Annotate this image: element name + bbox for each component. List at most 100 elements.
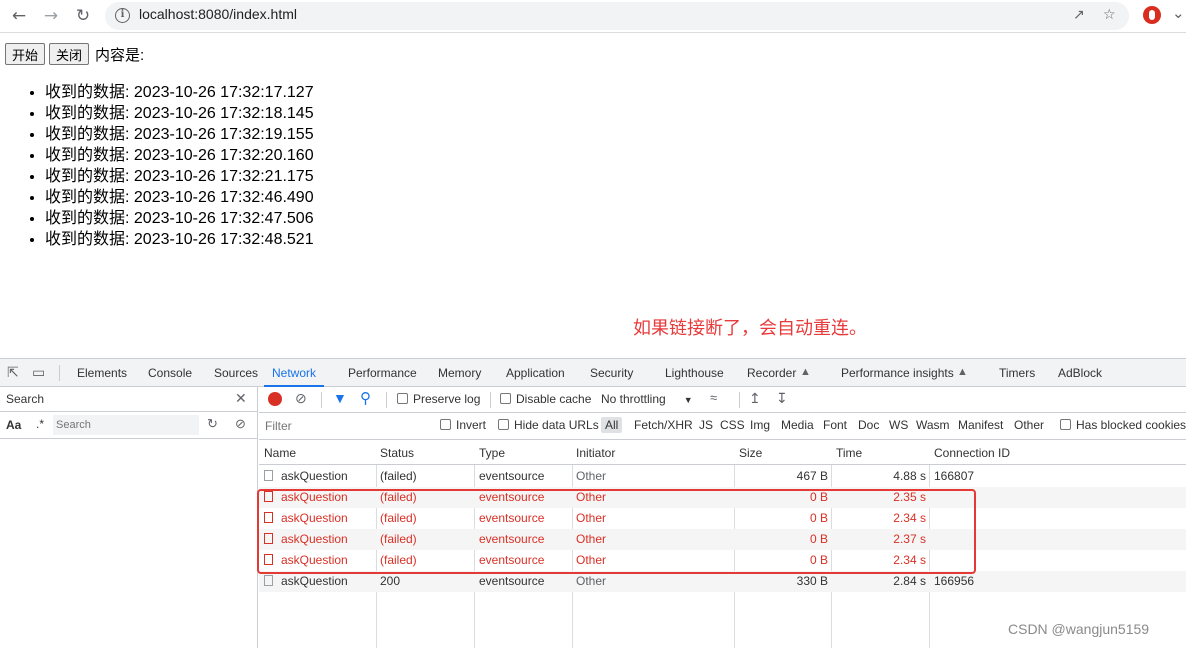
- flask-icon: ▲: [800, 366, 811, 378]
- table-row[interactable]: askQuestion (failed) eventsource Other 0 B 2.…: [259, 529, 1186, 550]
- invert-checkbox[interactable]: Invert: [440, 418, 486, 432]
- tab-lighthouse[interactable]: Lighthouse: [665, 359, 724, 387]
- page-content: 开始 关闭 内容是: 收到的数据: 2023-10-26 17:32:17.12…: [0, 34, 1186, 358]
- search-input[interactable]: [53, 415, 199, 435]
- preserve-log-checkbox[interactable]: Preserve log: [397, 392, 480, 406]
- table-row[interactable]: askQuestion (failed) eventsource Other 0 B 2.…: [259, 487, 1186, 508]
- header-status[interactable]: Status: [380, 443, 414, 464]
- throttling-select[interactable]: No throttling ▼: [601, 392, 693, 406]
- filter-type-font[interactable]: Font: [823, 418, 847, 432]
- extension-menu-icon[interactable]: ⌄: [1172, 4, 1185, 22]
- header-time[interactable]: Time: [836, 443, 862, 464]
- request-name: askQuestion: [281, 553, 348, 567]
- address-bar[interactable]: i localhost:8080/index.html ↗ ☆: [105, 2, 1129, 30]
- disable-cache-checkbox[interactable]: Disable cache: [500, 392, 591, 406]
- cell-initiator: Other: [576, 574, 607, 588]
- close-icon[interactable]: ✕: [235, 390, 247, 407]
- network-conditions-icon[interactable]: ≈: [710, 390, 717, 405]
- filter-type-js[interactable]: JS: [699, 418, 713, 432]
- table-row[interactable]: askQuestion (failed) eventsource Other 0 B 2.…: [259, 508, 1186, 529]
- filter-type-other[interactable]: Other: [1014, 418, 1044, 432]
- cell-name: askQuestion: [264, 466, 348, 487]
- table-row[interactable]: askQuestion (failed) eventsource Other 0 B 2.…: [259, 550, 1186, 571]
- regex-toggle[interactable]: .*: [36, 417, 44, 431]
- tab-application[interactable]: Application: [506, 359, 565, 387]
- cell-time: 2.34 s: [893, 511, 926, 525]
- refresh-icon[interactable]: ↻: [207, 416, 218, 432]
- list-item: 收到的数据: 2023-10-26 17:32:21.175: [45, 166, 314, 187]
- cell-name: askQuestion: [264, 529, 348, 550]
- match-case-toggle[interactable]: Aa: [6, 418, 21, 432]
- tab-elements[interactable]: Elements: [77, 359, 127, 387]
- tab-sources[interactable]: Sources: [214, 359, 258, 387]
- cell-type: eventsource: [479, 553, 545, 567]
- filter-type-css[interactable]: CSS: [720, 418, 745, 432]
- filter-type-wasm[interactable]: Wasm: [916, 418, 950, 432]
- divider: [490, 392, 491, 408]
- share-icon[interactable]: ↗: [1073, 7, 1085, 23]
- device-toolbar-icon[interactable]: ▭: [32, 364, 45, 381]
- record-icon[interactable]: [268, 392, 282, 406]
- hide-data-urls-checkbox[interactable]: Hide data URLs: [498, 418, 599, 432]
- flask-icon: ▲: [957, 366, 968, 378]
- cell-time: 4.88 s: [893, 469, 926, 483]
- table-row[interactable]: askQuestion (failed) eventsource Other 467 B…: [259, 466, 1186, 487]
- tab-network[interactable]: Network: [264, 359, 325, 387]
- has-blocked-cookies-checkbox[interactable]: Has blocked cookies: [1060, 418, 1186, 432]
- filter-icon[interactable]: ▼: [333, 390, 347, 406]
- filter-type-doc[interactable]: Doc: [858, 418, 879, 432]
- table-header: Name Status Type Initiator Size Time Con…: [259, 441, 1186, 465]
- file-icon: [264, 470, 273, 481]
- reconnect-annotation: 如果链接断了，会自动重连。: [633, 318, 867, 338]
- inspect-element-icon[interactable]: ⇱: [7, 364, 19, 381]
- tab-recorder[interactable]: Recorder: [747, 359, 796, 387]
- header-connection-id[interactable]: Connection ID: [934, 443, 1010, 464]
- filter-type-media[interactable]: Media: [781, 418, 814, 432]
- filter-type-ws[interactable]: WS: [889, 418, 908, 432]
- forward-arrow-icon[interactable]: →: [38, 4, 64, 28]
- received-data-list: 收到的数据: 2023-10-26 17:32:17.127 收到的数据: 20…: [45, 82, 314, 250]
- table-row[interactable]: askQuestion 200 eventsource Other 330 B 2.84 …: [259, 571, 1186, 592]
- file-icon: [264, 533, 273, 544]
- filter-type-img[interactable]: Img: [750, 418, 770, 432]
- cell-type: eventsource: [479, 490, 545, 504]
- filter-input[interactable]: [261, 416, 431, 436]
- back-arrow-icon[interactable]: ←: [6, 4, 32, 28]
- export-har-icon[interactable]: ↧: [776, 390, 788, 407]
- cell-initiator: Other: [576, 532, 607, 546]
- filter-type-manifest[interactable]: Manifest: [958, 418, 1003, 432]
- tab-console[interactable]: Console: [148, 359, 192, 387]
- header-name[interactable]: Name: [264, 443, 296, 464]
- browser-toolbar: ← → ↻ i localhost:8080/index.html ↗ ☆ ⌄: [0, 0, 1186, 33]
- header-type[interactable]: Type: [479, 443, 505, 464]
- tab-performance-insights[interactable]: Performance insights: [841, 359, 954, 387]
- cell-time: 2.84 s: [893, 574, 926, 588]
- site-info-icon[interactable]: i: [115, 8, 130, 23]
- start-button[interactable]: 开始: [5, 43, 46, 65]
- search-icon[interactable]: ⚲: [360, 389, 371, 407]
- import-har-icon[interactable]: ↥: [749, 390, 761, 407]
- cell-status: 200: [380, 574, 401, 588]
- list-item: 收到的数据: 2023-10-26 17:32:46.490: [45, 187, 314, 208]
- cell-type: eventsource: [479, 469, 545, 483]
- reload-icon[interactable]: ↻: [70, 4, 96, 28]
- adblock-extension-icon[interactable]: [1143, 6, 1161, 24]
- tab-performance[interactable]: Performance: [348, 359, 417, 387]
- filter-type-all[interactable]: All: [601, 417, 623, 433]
- tab-timers[interactable]: Timers: [999, 359, 1035, 387]
- clear-log-icon[interactable]: ⊘: [295, 390, 307, 407]
- cell-time: 2.35 s: [893, 490, 926, 504]
- bookmark-star-icon[interactable]: ☆: [1103, 7, 1116, 23]
- search-title: Search: [6, 392, 45, 406]
- controls-bar: 开始 关闭 内容是:: [5, 43, 144, 65]
- close-button[interactable]: 关闭: [49, 43, 90, 65]
- tab-adblock[interactable]: AdBlock: [1058, 359, 1102, 387]
- tab-memory[interactable]: Memory: [438, 359, 481, 387]
- header-initiator[interactable]: Initiator: [576, 443, 615, 464]
- filter-type-fetch-xhr[interactable]: Fetch/XHR: [634, 418, 693, 432]
- tab-security[interactable]: Security: [590, 359, 633, 387]
- file-icon: [264, 575, 273, 586]
- clear-icon[interactable]: ⊘: [235, 416, 246, 432]
- header-size[interactable]: Size: [739, 443, 762, 464]
- cell-initiator: Other: [576, 553, 607, 567]
